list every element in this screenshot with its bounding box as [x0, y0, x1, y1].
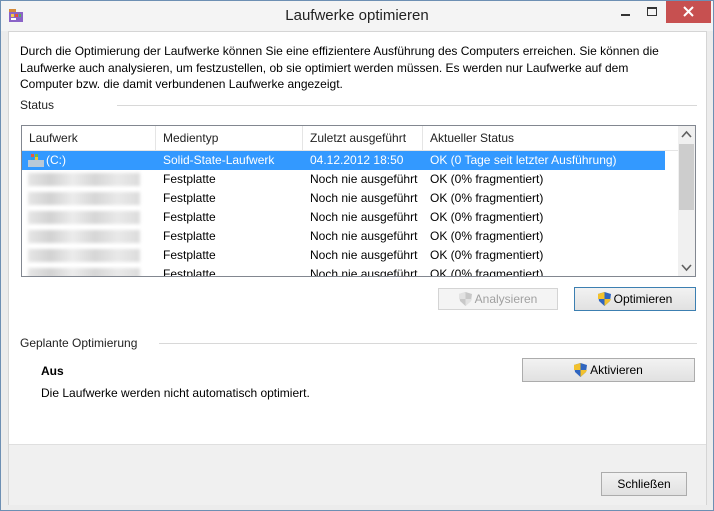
table-row[interactable]: Festplatte Noch nie ausgeführt OK (0% frag…: [22, 208, 665, 227]
table-row[interactable]: Festplatte Noch nie ausgeführt OK (0% frag…: [22, 265, 665, 277]
status-cell: OK (0% fragmentiert): [430, 191, 544, 205]
status-label: Status: [20, 98, 55, 112]
drives-list[interactable]: Laufwerk Medientyp Zuletzt ausgeführt Ak…: [21, 125, 696, 277]
media-type-cell: Festplatte: [163, 267, 216, 277]
status-divider: [117, 105, 697, 106]
analyze-button[interactable]: Analysieren: [438, 288, 558, 310]
last-run-cell: Noch nie ausgeführt: [310, 229, 418, 243]
redacted-drive-name: [28, 211, 140, 224]
window-title: Laufwerke optimieren: [285, 7, 429, 24]
media-type-cell: Solid-State-Laufwerk: [163, 153, 275, 167]
optimize-button[interactable]: Optimieren: [574, 287, 696, 311]
title-bar[interactable]: Laufwerke optimieren: [1, 1, 713, 31]
uac-shield-icon: [458, 292, 472, 306]
status-cell: OK (0% fragmentiert): [430, 248, 544, 262]
minimize-icon: [621, 14, 630, 16]
last-run-cell: Noch nie ausgeführt: [310, 210, 418, 224]
scrollbar-thumb[interactable]: [679, 144, 694, 210]
dialog-body: Durch die Optimierung der Laufwerke könn…: [8, 31, 707, 505]
status-cell: OK (0 Tage seit letzter Ausführung): [430, 153, 617, 167]
status-cell: OK (0% fragmentiert): [430, 229, 544, 243]
media-type-cell: Festplatte: [163, 172, 216, 186]
activate-button[interactable]: Aktivieren: [522, 358, 695, 382]
close-button[interactable]: Schließen: [601, 472, 687, 496]
media-type-cell: Festplatte: [163, 210, 216, 224]
status-cell: OK (0% fragmentiert): [430, 172, 544, 186]
scheduled-state: Aus: [41, 364, 64, 378]
description-text: Durch die Optimierung der Laufwerke könn…: [20, 44, 659, 91]
drive-name: (C:): [46, 153, 66, 167]
last-run-cell: Noch nie ausgeführt: [310, 248, 418, 262]
optimize-label: Optimieren: [613, 292, 673, 306]
media-type-cell: Festplatte: [163, 229, 216, 243]
analyze-label: Analysieren: [474, 292, 538, 306]
media-type-cell: Festplatte: [163, 191, 216, 205]
redacted-drive-name: [28, 249, 140, 262]
last-run-cell: Noch nie ausgeführt: [310, 191, 418, 205]
column-header-last-run[interactable]: Zuletzt ausgeführt: [303, 126, 423, 150]
scroll-up-arrow-icon[interactable]: [678, 126, 695, 143]
status-cell: OK (0% fragmentiert): [430, 267, 544, 277]
list-header: Laufwerk Medientyp Zuletzt ausgeführt Ak…: [22, 126, 678, 151]
uac-shield-icon: [574, 363, 588, 377]
drive-cell: [22, 208, 156, 227]
media-type-cell: Festplatte: [163, 248, 216, 262]
drive-cell: (C:): [22, 151, 156, 170]
scheduled-note: Die Laufwerke werden nicht automatisch o…: [41, 386, 310, 400]
column-header-drive[interactable]: Laufwerk: [22, 126, 156, 150]
scheduled-optimization-label: Geplante Optimierung: [20, 336, 138, 350]
last-run-cell: 04.12.2012 18:50: [310, 153, 404, 167]
list-scrollbar[interactable]: [678, 126, 695, 276]
drive-cell: [22, 265, 156, 276]
redacted-drive-name: [28, 192, 140, 205]
footer-bar: Schließen: [9, 444, 706, 505]
drive-cell: [22, 170, 156, 189]
scroll-down-arrow-icon[interactable]: [678, 259, 695, 276]
drive-cell: [22, 246, 156, 265]
activate-label: Aktivieren: [590, 363, 643, 377]
maximize-icon: [647, 7, 657, 16]
table-row[interactable]: Festplatte Noch nie ausgeführt OK (0% frag…: [22, 170, 665, 189]
table-row[interactable]: Festplatte Noch nie ausgeführt OK (0% frag…: [22, 189, 665, 208]
last-run-cell: Noch nie ausgeführt: [310, 172, 418, 186]
drive-cell: [22, 189, 156, 208]
drive-icon: [28, 154, 44, 167]
table-row[interactable]: Festplatte Noch nie ausgeführt OK (0% frag…: [22, 227, 665, 246]
maximize-button[interactable]: [639, 1, 666, 23]
table-row[interactable]: (C:) Solid-State-Laufwerk 04.12.2012 18:50…: [22, 151, 665, 170]
scheduled-divider: [159, 343, 697, 344]
redacted-drive-name: [28, 230, 140, 243]
table-row[interactable]: Festplatte Noch nie ausgeführt OK (0% frag…: [22, 246, 665, 265]
redacted-drive-name: [28, 268, 140, 276]
status-cell: OK (0% fragmentiert): [430, 210, 544, 224]
column-header-media-type[interactable]: Medientyp: [156, 126, 303, 150]
redacted-drive-name: [28, 173, 140, 186]
close-window-button[interactable]: [666, 1, 711, 23]
close-icon: [683, 6, 694, 17]
last-run-cell: Noch nie ausgeführt: [310, 267, 418, 277]
uac-shield-icon: [597, 292, 611, 306]
drive-cell: [22, 227, 156, 246]
optimize-drives-window: Laufwerke optimieren Durch die Optimieru…: [0, 0, 714, 511]
column-header-status[interactable]: Aktueller Status: [423, 126, 678, 150]
minimize-button[interactable]: [612, 1, 639, 23]
